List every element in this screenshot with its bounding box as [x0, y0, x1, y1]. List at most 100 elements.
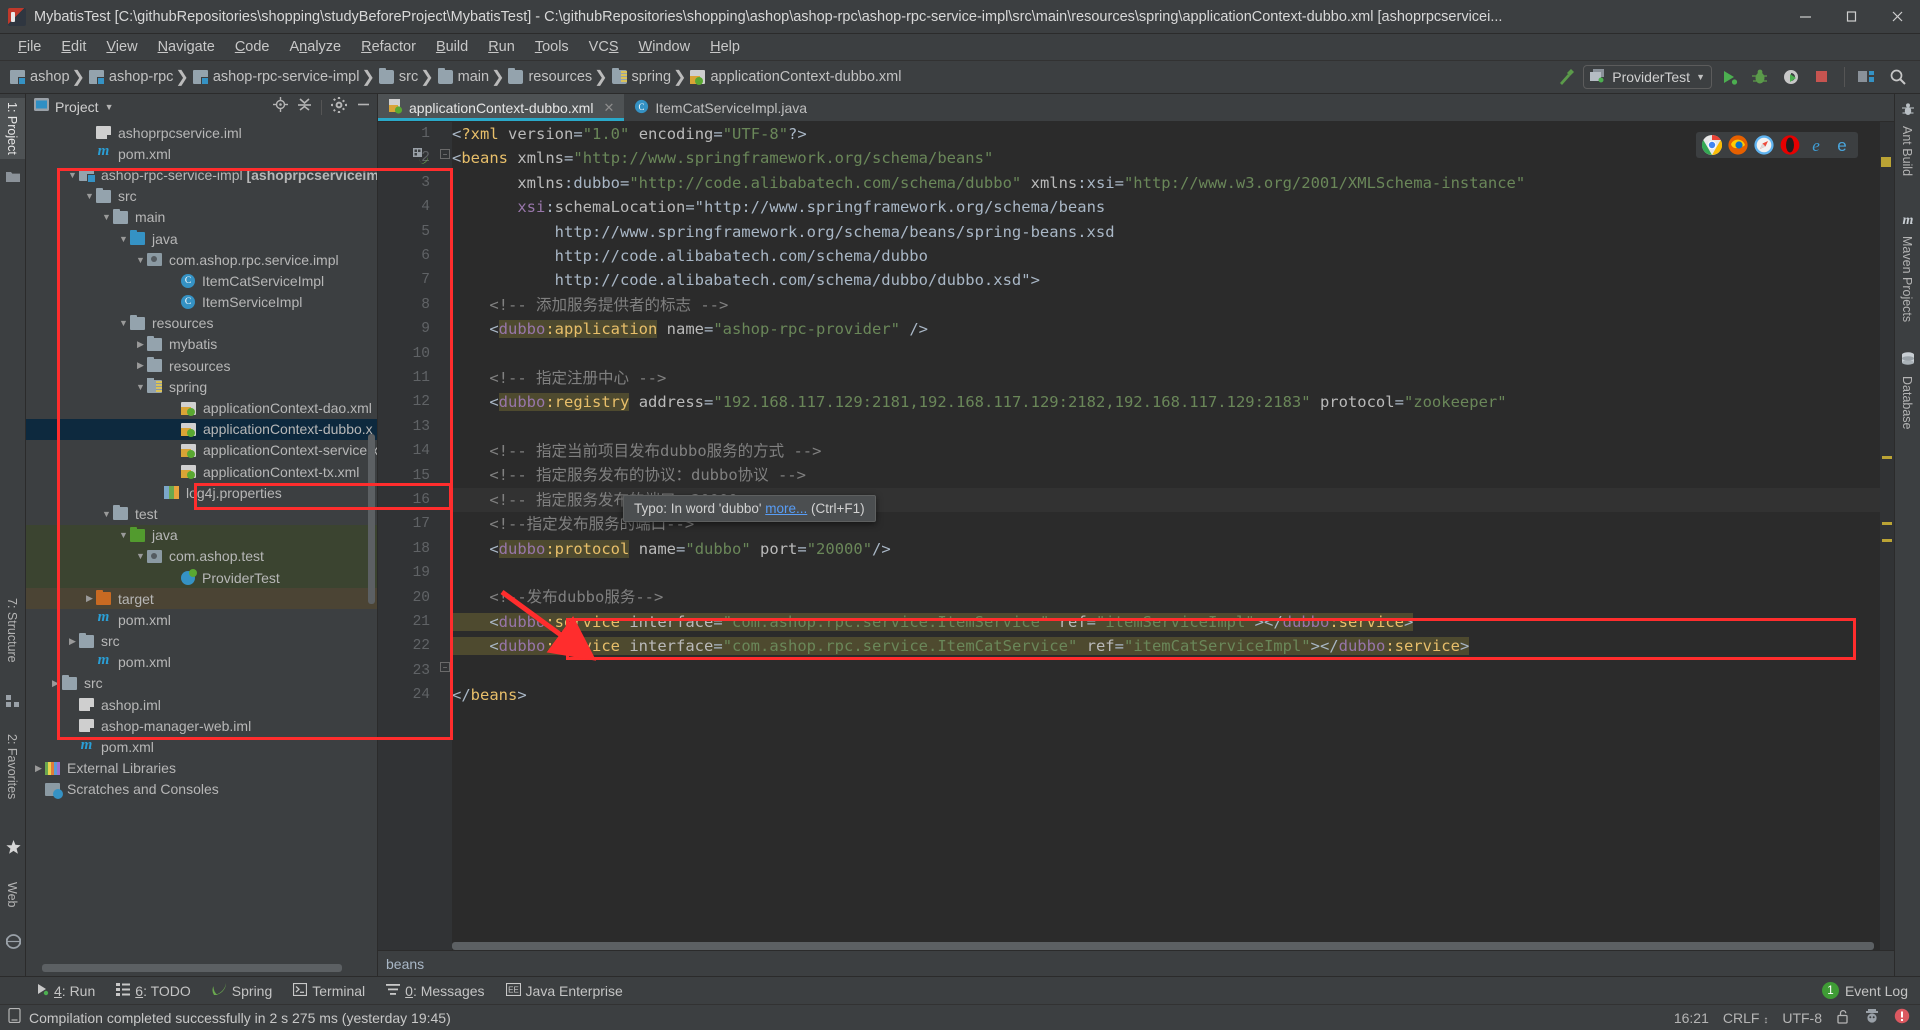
tree-node-main[interactable]: ▼ main: [26, 207, 377, 228]
tree-node-java[interactable]: ▼ java: [26, 228, 377, 249]
tool-tab-structure[interactable]: 7: Structure: [0, 594, 25, 667]
code-line[interactable]: </beans>: [452, 683, 1894, 707]
marker-2[interactable]: [1882, 522, 1892, 525]
tool-tab-maven-projects[interactable]: Maven Projects: [1894, 232, 1920, 326]
bottom-tab-4-run[interactable]: 4: Run: [26, 980, 104, 1001]
event-log-button[interactable]: 1 Event Log: [1821, 982, 1920, 999]
code-line[interactable]: <!-- 指定当前项目发布dubbo服务的方式 -->: [452, 439, 1894, 463]
breadcrumb-item-applicationcontext-dubbo-xml[interactable]: applicationContext-dubbo.xml: [686, 68, 903, 86]
code-content[interactable]: <?xml version="1.0" encoding="UTF-8"?> <b…: [452, 122, 1894, 950]
marker-3[interactable]: [1882, 539, 1892, 542]
chevron-down-icon[interactable]: ▼: [83, 191, 96, 201]
menu-item-refactor[interactable]: Refactor: [351, 36, 426, 58]
minimize-button[interactable]: [1782, 0, 1828, 34]
gear-icon[interactable]: [331, 96, 347, 118]
run-configuration-selector[interactable]: ProviderTest ▼: [1583, 65, 1712, 89]
tree-node-target[interactable]: ▶ target: [26, 588, 377, 610]
unlocked-icon[interactable]: [1836, 1009, 1850, 1027]
code-line[interactable]: [452, 415, 1894, 439]
code-line[interactable]: xmlns:dubbo="http://code.alibabatech.com…: [452, 171, 1894, 195]
code-line[interactable]: [452, 342, 1894, 366]
breadcrumb-item-spring[interactable]: spring: [608, 68, 674, 86]
code-line[interactable]: http://www.springframework.org/schema/be…: [452, 220, 1894, 244]
search-everywhere-icon[interactable]: [1884, 64, 1912, 90]
breadcrumb-item-ashop[interactable]: ashop: [6, 68, 72, 86]
tree-node-scratches-and-consoles[interactable]: Scratches and Consoles: [26, 779, 377, 800]
project-horizontal-scrollbar[interactable]: [42, 964, 342, 972]
menu-item-analyze[interactable]: Analyze: [280, 36, 352, 58]
chevron-down-icon[interactable]: ▼: [117, 530, 130, 540]
close-tab-icon[interactable]: ✕: [603, 100, 614, 116]
editor-marker-bar[interactable]: [1880, 122, 1894, 950]
tree-node-pom-xml[interactable]: pom.xml: [26, 609, 377, 630]
code-line[interactable]: <dubbo:application name="ashop-rpc-provi…: [452, 317, 1894, 341]
opera-icon[interactable]: [1780, 135, 1800, 155]
tree-node-com-ashop-rpc-service-impl[interactable]: ▼ com.ashop.rpc.service.impl: [26, 249, 377, 270]
close-button[interactable]: [1874, 0, 1920, 34]
chevron-down-icon[interactable]: ▼: [100, 509, 113, 519]
tree-node-com-ashop-test[interactable]: ▼ com.ashop.test: [26, 545, 377, 567]
menu-item-help[interactable]: Help: [700, 36, 750, 58]
code-editor[interactable]: 1 2 3 4 5 6 7 8 9 10 11 12 13 14 15 16 17 18 19 20 21 22 23 24 …: [378, 122, 1894, 950]
tree-node-applicationcontext-dubbo-x[interactable]: applicationContext-dubbo.x: [26, 418, 377, 440]
spring-bean-gutter-icon[interactable]: [413, 148, 429, 169]
chevron-down-icon[interactable]: ▼: [66, 170, 79, 180]
run-button[interactable]: [1715, 64, 1743, 90]
stop-button[interactable]: [1808, 64, 1836, 90]
bottom-tab-0-messages[interactable]: 0: Messages: [377, 981, 493, 1001]
project-structure-button[interactable]: [1853, 64, 1881, 90]
tooltip-more-link[interactable]: more...: [765, 501, 807, 516]
fold-column[interactable]: − −: [438, 122, 452, 950]
chevron-down-icon[interactable]: ▼: [100, 212, 113, 222]
menu-item-tools[interactable]: Tools: [525, 36, 579, 58]
tree-node-resources[interactable]: ▶ resources: [26, 355, 377, 376]
tree-node-log4j-properties[interactable]: log4j.properties: [26, 482, 377, 503]
tree-node-resources[interactable]: ▼ resources: [26, 313, 377, 334]
code-line[interactable]: <dubbo:registry address="192.168.117.129…: [452, 390, 1894, 414]
safari-icon[interactable]: [1754, 135, 1774, 155]
code-line[interactable]: <?xml version="1.0" encoding="UTF-8"?>: [452, 122, 1894, 146]
chevron-down-icon[interactable]: ▼: [134, 551, 147, 561]
menu-item-code[interactable]: Code: [225, 36, 280, 58]
menu-item-window[interactable]: Window: [629, 36, 701, 58]
encoding-widget[interactable]: UTF-8: [1782, 1010, 1822, 1026]
project-tree[interactable]: ashoprpcservice.iml pom.xml ▼ ashop-rpc-ser…: [26, 120, 377, 800]
code-line[interactable]: <beans xmlns="http://www.springframework…: [452, 146, 1894, 170]
collapse-all-icon[interactable]: [297, 97, 312, 117]
tree-node-ashop-rpc-service-impl-ashoprpcserviceim[interactable]: ▼ ashop-rpc-service-impl [ashoprpcservice…: [26, 164, 377, 185]
debug-button[interactable]: [1746, 64, 1774, 90]
hide-panel-icon[interactable]: [356, 97, 371, 117]
bottom-tab-terminal[interactable]: Terminal: [284, 981, 374, 1001]
marker-warning-top[interactable]: [1881, 157, 1891, 167]
code-line[interactable]: <dubbo:protocol name="dubbo" port="20000…: [452, 537, 1894, 561]
tree-node-ashoprpcservice-iml[interactable]: ashoprpcservice.iml: [26, 122, 377, 143]
tree-node-providertest[interactable]: ProviderTest: [26, 566, 377, 589]
tool-tab-project[interactable]: 1: Project: [0, 98, 25, 159]
tree-node-java[interactable]: ▼ java: [26, 524, 377, 546]
chevron-down-icon[interactable]: ▼: [117, 318, 130, 328]
line-separator-widget[interactable]: CRLF ↕: [1723, 1010, 1768, 1026]
ie-icon[interactable]: e: [1806, 135, 1826, 155]
tree-node-ashop-manager-web-iml[interactable]: ashop-manager-web.iml: [26, 715, 377, 736]
code-line[interactable]: xsi:schemaLocation="http://www.springfra…: [452, 195, 1894, 219]
breadcrumb-beans[interactable]: beans: [386, 956, 424, 972]
menu-item-vcs[interactable]: VCS: [579, 36, 629, 58]
chevron-right-icon[interactable]: ▶: [134, 339, 147, 350]
chevron-down-icon[interactable]: ▼: [1696, 72, 1705, 82]
tree-node-src[interactable]: ▼ src: [26, 186, 377, 207]
inspector-icon[interactable]: [1864, 1008, 1880, 1027]
locate-icon[interactable]: [273, 97, 288, 117]
code-line[interactable]: <!-- 指定服务发布的协议：dubbo协议 -->: [452, 463, 1894, 487]
code-line[interactable]: <!-- 指定注册中心 -->: [452, 366, 1894, 390]
tree-node-src[interactable]: ▶ src: [26, 631, 377, 652]
tool-tab-web[interactable]: Web: [0, 878, 25, 911]
error-badge-icon[interactable]: [1894, 1008, 1910, 1027]
menu-item-edit[interactable]: Edit: [51, 36, 96, 58]
tree-node-pom-xml[interactable]: pom.xml: [26, 736, 377, 757]
editor-tab-applicationcontext-dubbo-xml[interactable]: applicationContext-dubbo.xml ✕: [378, 94, 625, 121]
tool-tab-database[interactable]: Database: [1894, 372, 1920, 434]
tree-node-test[interactable]: ▼ test: [26, 503, 377, 524]
chevron-down-icon[interactable]: ▼: [134, 382, 147, 392]
tree-node-external-libraries[interactable]: ▶ External Libraries: [26, 758, 377, 779]
tree-node-ashop-iml[interactable]: ashop.iml: [26, 694, 377, 715]
